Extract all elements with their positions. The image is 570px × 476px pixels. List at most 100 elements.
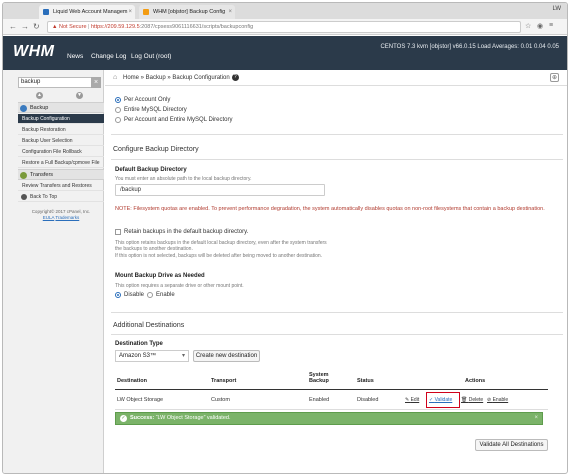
column-transport: Transport xyxy=(211,378,237,384)
clear-search-icon[interactable]: × xyxy=(91,77,101,88)
browser-window: Liquid Web Account Managem × WHM [objsto… xyxy=(2,2,568,474)
transfers-icon xyxy=(20,172,27,179)
server-info: CENTOS 7.3 kvm [objstor] v66.0.15 Load A… xyxy=(380,44,559,50)
radio-label: Enable xyxy=(156,292,175,298)
tab-label: WHM [objstor] Backup Config xyxy=(153,9,226,15)
close-tab-icon[interactable]: × xyxy=(228,5,232,19)
back-to-top-link[interactable]: Back To Top xyxy=(18,192,104,202)
backup-icon xyxy=(20,105,27,112)
column-system-backup: System Backup xyxy=(309,372,329,384)
sidebar: backup × ▲ ▼ Backup Backup Configuration… xyxy=(3,70,104,473)
window-profile-label: LW xyxy=(552,6,561,12)
cell-status: Disabled xyxy=(357,397,379,403)
validate-label: Validate xyxy=(434,397,453,403)
close-icon[interactable]: × xyxy=(534,413,538,424)
destination-type-select[interactable]: Amazon S3™ ▾ xyxy=(115,350,189,362)
sidebar-item-backup-user-selection[interactable]: Backup User Selection xyxy=(18,136,104,146)
mount-help: This option requires a separate drive or… xyxy=(115,283,244,289)
select-value: Amazon S3™ xyxy=(119,353,157,359)
edit-action[interactable]: ✎ Edit xyxy=(405,397,419,403)
sidebar-item-restore-full-backup[interactable]: Restore a Full Backup/cpmove File xyxy=(18,158,104,168)
radio-label: Per Account Only xyxy=(124,97,171,103)
chevron-down-icon: ▾ xyxy=(181,353,185,359)
menu-icon[interactable]: ≡ xyxy=(549,22,553,29)
radio-selected xyxy=(115,292,121,298)
whm-header: WHM News Change Log Log Out (root) CENTO… xyxy=(3,36,567,70)
url-path: :2087/cpsess9061116631/scripts/backupcon… xyxy=(139,24,254,30)
sidebar-item-config-rollback[interactable]: Configuration File Rollback xyxy=(18,147,104,157)
back-arrow-icon[interactable]: ← xyxy=(9,22,17,31)
retain-backups-checkbox[interactable]: Retain backups in the default backup dir… xyxy=(115,229,248,235)
checkbox-label: Retain backups in the default backup dir… xyxy=(124,229,249,235)
browser-tab-liquidweb[interactable]: Liquid Web Account Managem × xyxy=(39,5,135,19)
enable-label: Enable xyxy=(492,397,509,403)
delete-action[interactable]: 🗑 Delete xyxy=(461,397,483,403)
backup-type-both[interactable]: Per Account and Entire MySQL Directory xyxy=(115,117,233,123)
validate-all-button[interactable]: Validate All Destinations xyxy=(475,439,548,451)
sidebar-item-review-transfers[interactable]: Review Transfers and Restores xyxy=(18,181,104,191)
nav-change-log[interactable]: Change Log xyxy=(91,53,126,60)
destination-type-label: Destination Type xyxy=(115,341,163,347)
radio xyxy=(115,117,121,123)
success-prefix: Success: xyxy=(130,415,155,421)
column-destination: Destination xyxy=(117,378,147,384)
backup-type-per-account[interactable]: Per Account Only xyxy=(115,97,170,103)
mount-disable-radio[interactable]: Disable xyxy=(115,292,144,298)
default-dir-input[interactable]: /backup xyxy=(115,184,325,196)
check-icon: ✓ xyxy=(120,415,127,422)
nav-log-out[interactable]: Log Out (root) xyxy=(131,53,171,60)
sidebar-section-transfers[interactable]: Transfers xyxy=(18,169,104,180)
help-icon[interactable]: ? xyxy=(231,74,239,81)
browser-tab-whm[interactable]: WHM [objstor] Backup Config × xyxy=(139,5,235,19)
sidebar-search-input[interactable]: backup xyxy=(18,77,94,88)
backup-type-entire-mysql[interactable]: Entire MySQL Directory xyxy=(115,107,187,113)
radio-label: Disable xyxy=(124,292,145,298)
liquidweb-favicon-icon xyxy=(43,9,49,15)
expand-all-icon[interactable]: ▼ xyxy=(76,92,83,99)
mount-enable-radio[interactable]: Enable xyxy=(147,292,175,298)
forward-arrow-icon[interactable]: → xyxy=(21,22,29,31)
sidebar-section-label: Backup xyxy=(30,105,49,111)
success-message: “LW Object Storage” validated. xyxy=(155,415,231,421)
divider xyxy=(111,312,563,313)
main-content: Per Account Only Entire MySQL Directory … xyxy=(105,86,567,473)
breadcrumb-text[interactable]: Home » Backup » Backup Configuration xyxy=(123,75,230,81)
reload-icon[interactable]: ↻ xyxy=(33,22,40,31)
collapse-all-icon[interactable]: ▲ xyxy=(36,92,43,99)
create-destination-button[interactable]: Create new destination xyxy=(193,350,260,362)
radio-selected xyxy=(115,97,121,103)
mount-label: Mount Backup Drive as Needed xyxy=(115,273,205,279)
whm-logo[interactable]: WHM xyxy=(13,43,54,61)
home-icon[interactable]: ⌂ xyxy=(113,74,117,81)
toggle-layout-icon[interactable]: ⊕ xyxy=(550,73,559,82)
configure-dir-heading: Configure Backup Directory xyxy=(113,146,199,153)
checkbox xyxy=(115,229,121,235)
cell-destination: LW Object Storage xyxy=(117,397,164,403)
edit-label: Edit xyxy=(410,397,420,403)
divider xyxy=(111,134,563,135)
nav-news[interactable]: News xyxy=(67,53,83,60)
not-secure-label: Not Secure xyxy=(58,24,87,30)
enable-action[interactable]: ⊘ Enable xyxy=(487,397,508,403)
trademarks-link[interactable]: Trademarks xyxy=(55,215,79,220)
table-row: LW Object Storage Custom Enabled Disable… xyxy=(115,390,548,410)
sidebar-section-backup[interactable]: Backup xyxy=(18,102,104,113)
close-tab-icon[interactable]: × xyxy=(128,5,132,19)
success-alert: ✓ Success: “LW Object Storage” validated… xyxy=(115,412,543,425)
breadcrumb: Home » Backup » Backup Configuration? xyxy=(123,74,239,81)
url-field[interactable]: ▲ Not Secure | https://209.59.129.5:2087… xyxy=(47,21,521,33)
validate-action[interactable]: ✓ Validate xyxy=(429,397,452,403)
column-actions: Actions xyxy=(465,378,486,384)
breadcrumb-bar: ⌂ Home » Backup » Backup Configuration? … xyxy=(105,70,567,86)
star-icon[interactable]: ☆ xyxy=(525,22,531,30)
table-header: Destination Transport System Backup Stat… xyxy=(115,372,548,390)
tab-bar: Liquid Web Account Managem × WHM [objsto… xyxy=(3,3,567,19)
sidebar-item-backup-restoration[interactable]: Backup Restoration xyxy=(18,125,104,135)
tab-label: Liquid Web Account Managem xyxy=(53,9,128,15)
extension-icon[interactable]: ◉ xyxy=(537,22,543,30)
eula-link[interactable]: EULA xyxy=(43,215,55,220)
cell-transport: Custom xyxy=(211,397,230,403)
sidebar-item-backup-configuration[interactable]: Backup Configuration xyxy=(18,114,104,124)
additional-destinations-heading: Additional Destinations xyxy=(113,322,185,329)
default-dir-help: You must enter an absolute path to the l… xyxy=(115,176,252,182)
